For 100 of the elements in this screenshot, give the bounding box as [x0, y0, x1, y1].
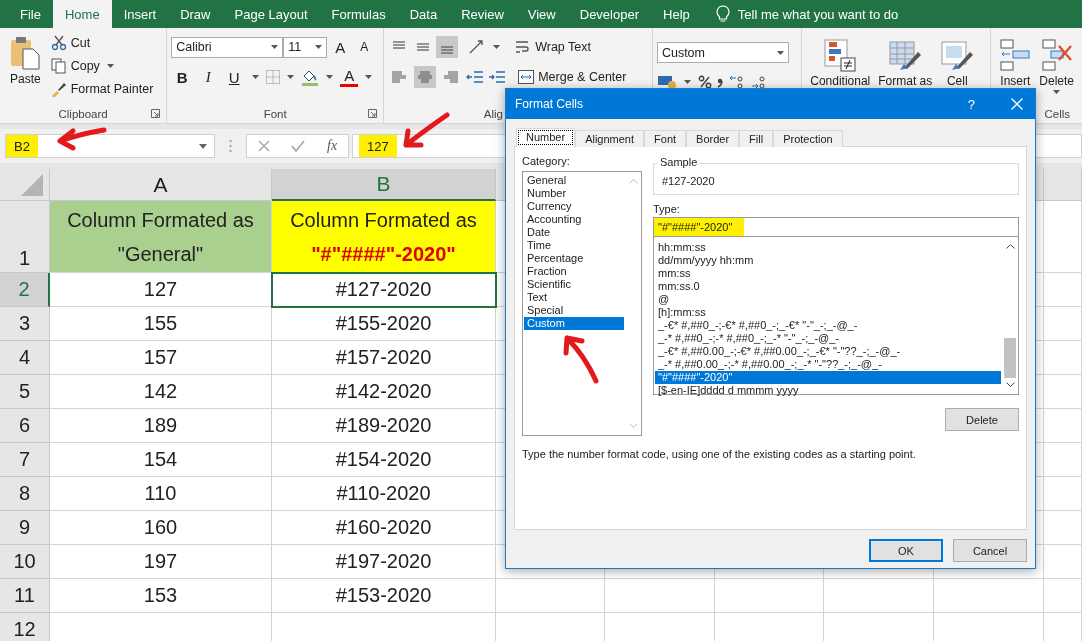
row-header[interactable]: 7	[0, 443, 50, 477]
format-item[interactable]: mm:ss.0	[655, 280, 1001, 293]
menu-tab[interactable]: Help	[651, 0, 702, 28]
format-item[interactable]: _-€* #,##0.00_-;-€* #,##0.00_-;_-€* "-"??_-;_-@_-	[655, 345, 1001, 358]
name-box[interactable]: B2	[5, 134, 215, 158]
help-button[interactable]: ?	[967, 96, 975, 112]
brush-icon	[50, 80, 67, 97]
format-item[interactable]: @	[655, 293, 1001, 306]
format-item[interactable]: dd/mm/yyyy hh:mm	[655, 254, 1001, 267]
category-item[interactable]: Scientific	[524, 278, 624, 291]
copy-button[interactable]: Copy	[50, 55, 154, 76]
row-header[interactable]: 12	[0, 613, 50, 641]
delete-button[interactable]: Delete	[945, 408, 1019, 431]
dialog-launcher-icon[interactable]	[368, 109, 378, 118]
decrease-font-size-button[interactable]: A	[353, 40, 376, 54]
increase-indent-icon[interactable]	[488, 70, 507, 84]
dialog-tab[interactable]: Border	[686, 130, 740, 147]
italic-button[interactable]: I	[197, 68, 220, 86]
column-header[interactable]: A	[50, 169, 272, 201]
comma-style-icon[interactable]	[715, 76, 724, 88]
menu-tab[interactable]: View	[515, 0, 568, 28]
horizontal-align-icon[interactable]	[414, 66, 437, 88]
borders-icon[interactable]	[266, 70, 281, 84]
number-format-field[interactable]: Custom	[656, 42, 789, 63]
format-item[interactable]: _-* #,##0.00_-;-* #,##0.00_-;_-* "-"??_-;_-@_-	[655, 358, 1001, 371]
row-header[interactable]: 10	[0, 545, 50, 579]
splitter-handle[interactable]	[229, 139, 232, 153]
category-item[interactable]: Fraction	[524, 265, 624, 278]
wrap-text-button[interactable]: Wrap Text	[515, 36, 591, 58]
bold-button[interactable]: B	[171, 68, 194, 86]
menu-tab[interactable]: Home	[52, 0, 112, 28]
category-item[interactable]: Date	[524, 226, 624, 239]
menu-tab[interactable]: Review	[449, 0, 516, 28]
merge-center-button[interactable]: Merge & Center	[518, 66, 627, 88]
column-header[interactable]: B	[272, 169, 496, 201]
vertical-align-icon[interactable]	[436, 36, 459, 58]
row-header[interactable]: 8	[0, 477, 50, 511]
row-header[interactable]: 11	[0, 579, 50, 613]
row-header[interactable]: 9	[0, 511, 50, 545]
category-item[interactable]: Custom	[524, 317, 624, 330]
tell-me-search[interactable]: Tell me what you want to do	[737, 6, 899, 22]
category-item[interactable]: Currency	[524, 200, 624, 213]
dialog-tab[interactable]: Font	[644, 130, 687, 147]
menu-tab[interactable]: Developer	[567, 0, 651, 28]
dialog-tab[interactable]: Protection	[773, 130, 843, 147]
dialog-tab[interactable]: Alignment	[575, 130, 645, 147]
close-icon[interactable]	[1011, 98, 1023, 110]
menu-tab[interactable]: Formulas	[319, 0, 398, 28]
scrollbar-thumb[interactable]	[1004, 338, 1016, 378]
underline-button[interactable]: U	[223, 68, 246, 86]
dialog-launcher-icon[interactable]	[151, 109, 161, 118]
scroll-up-icon[interactable]	[1005, 243, 1015, 249]
dialog-tab[interactable]: Fill	[739, 130, 774, 147]
format-item[interactable]: [h]:mm:ss	[655, 306, 1001, 319]
category-item[interactable]: Special	[524, 304, 624, 317]
type-field[interactable]: "#"####"-2020"	[653, 217, 1019, 237]
format-item[interactable]: [$-en-IE]dddd d mmmm yyyy	[655, 384, 1001, 397]
format-item[interactable]: _-€* #,##0_-;-€* #,##0_-;_-€* "-"_-;_-@_-	[655, 319, 1001, 332]
cancel-button[interactable]: Cancel	[953, 539, 1027, 562]
paste-button[interactable]: Paste	[4, 32, 47, 90]
font-size-field[interactable]: 11	[283, 36, 328, 58]
menu-tab[interactable]: Page Layout	[222, 0, 320, 28]
category-item[interactable]: General	[524, 174, 624, 187]
format-item[interactable]: hh:mm:ss	[655, 241, 1001, 254]
increase-font-size-button[interactable]: A	[329, 38, 352, 56]
increase-decimal-icon[interactable]	[749, 75, 768, 89]
font-color-button[interactable]: A	[340, 67, 359, 87]
insert-cells-button[interactable]: Insert	[995, 32, 1036, 94]
fill-color-icon[interactable]	[301, 68, 320, 86]
menu-tab[interactable]: Insert	[111, 0, 169, 28]
cut-button[interactable]: Cut	[50, 32, 154, 53]
format-painter-button[interactable]: Format Painter	[50, 78, 154, 99]
category-item[interactable]: Text	[524, 291, 624, 304]
dialog-tab[interactable]: Number	[516, 128, 576, 147]
row-header[interactable]: 6	[0, 409, 50, 443]
cancel-icon[interactable]	[257, 140, 270, 152]
decrease-indent-icon[interactable]	[466, 70, 485, 84]
category-item[interactable]: Accounting	[524, 213, 624, 226]
ok-button[interactable]: OK	[869, 539, 943, 562]
menu-tab[interactable]: Data	[397, 0, 450, 28]
row-header[interactable]: 5	[0, 375, 50, 409]
menu-tab[interactable]: File	[8, 0, 53, 28]
format-item[interactable]: "#"####"-2020"	[655, 371, 1001, 384]
format-item[interactable]: mm:ss	[655, 267, 1001, 280]
scroll-down-icon[interactable]	[1005, 382, 1015, 388]
delete-cells-button[interactable]: Delete	[1035, 32, 1078, 100]
category-item[interactable]: Time	[524, 239, 624, 252]
row-header[interactable]: 2	[0, 273, 50, 307]
enter-icon[interactable]	[291, 140, 306, 152]
menu-tab[interactable]: Draw	[168, 0, 223, 28]
row-header[interactable]: 4	[0, 341, 50, 375]
insert-function-button[interactable]: fx	[327, 138, 338, 154]
font-name-field[interactable]: Calibri	[171, 36, 284, 58]
format-item[interactable]: _-* #,##0_-;-* #,##0_-;_-* "-"_-;_-@_-	[655, 332, 1001, 345]
decrease-decimal-icon[interactable]	[727, 75, 746, 89]
row-header[interactable]: 1	[0, 201, 50, 273]
currency-icon[interactable]	[656, 75, 677, 89]
category-item[interactable]: Percentage	[524, 252, 624, 265]
category-item[interactable]: Number	[524, 187, 624, 200]
row-header[interactable]: 3	[0, 307, 50, 341]
